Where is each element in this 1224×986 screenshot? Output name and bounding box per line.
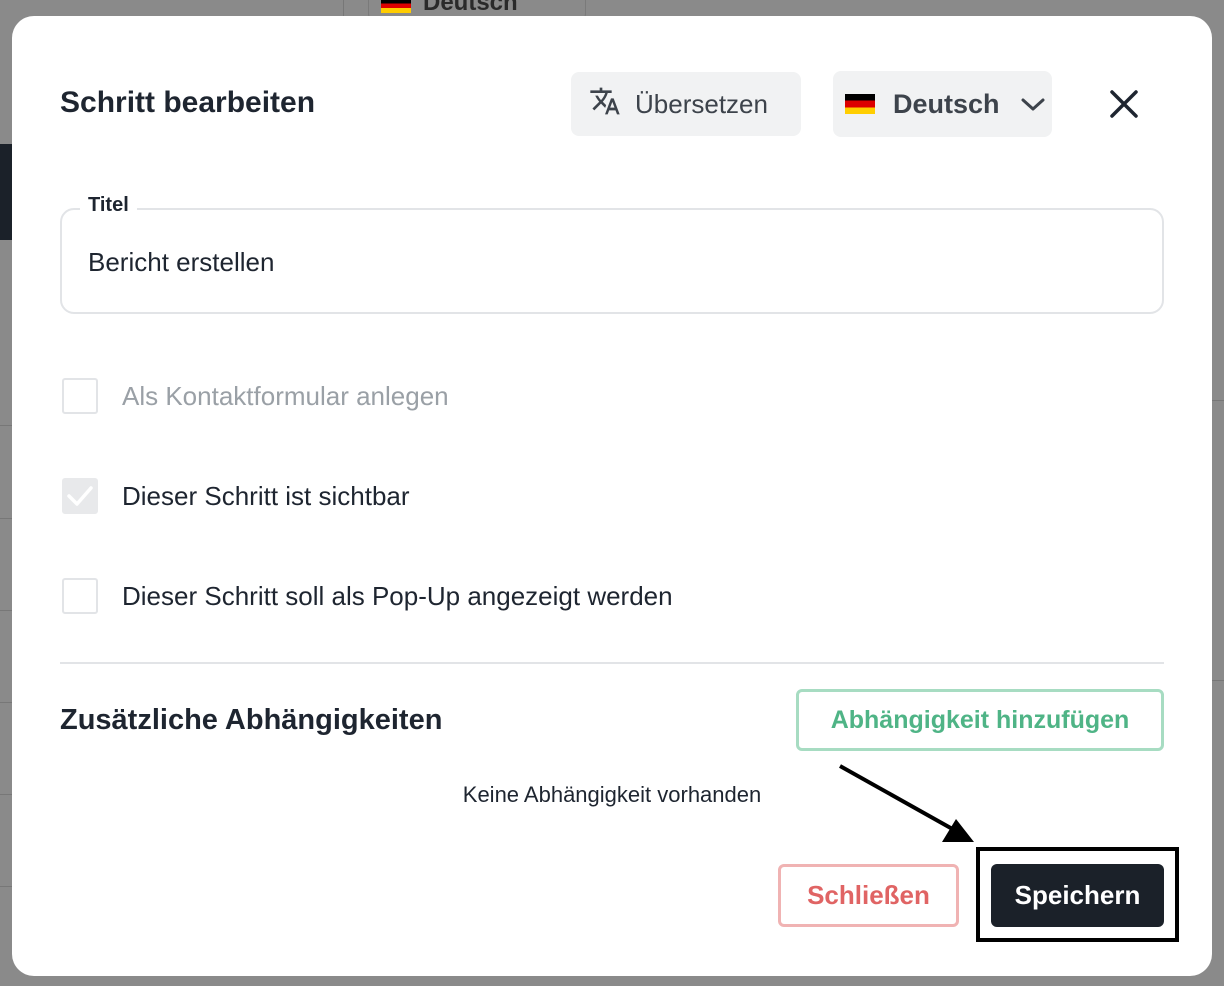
background-line	[0, 610, 12, 611]
background-line	[0, 425, 12, 426]
background-flag-icon	[381, 0, 411, 13]
background-line	[0, 794, 12, 795]
background-divider	[343, 0, 344, 16]
background-line	[1212, 400, 1224, 401]
background-line	[0, 702, 12, 703]
annotation-arrow	[839, 764, 974, 842]
background-line	[0, 518, 12, 519]
background-language-label: Deutsch	[423, 0, 518, 16]
background-line	[0, 886, 12, 887]
background-panel	[0, 144, 12, 240]
edit-step-dialog: Schritt bearbeiten Übersetzen Deutsch Ti…	[12, 16, 1212, 976]
background-line	[1212, 680, 1224, 681]
